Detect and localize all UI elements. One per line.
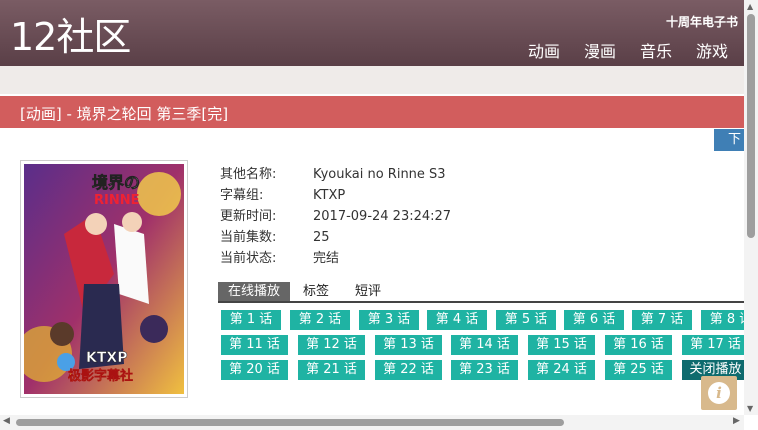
detail-label: 更新时间: <box>220 209 277 224</box>
episode-button[interactable]: 第 2 话 <box>290 310 350 330</box>
detail-value: KTXP <box>313 188 346 203</box>
detail-row-updated: 更新时间: 2017-09-24 23:24:27 <box>220 206 451 227</box>
episode-button[interactable]: 第 17 话 <box>682 335 744 355</box>
episode-list: 第 1 话 第 2 话 第 3 话 第 4 话 第 5 话 第 6 话 第 7 … <box>221 310 744 382</box>
main-nav: 动画 漫画 音乐 游戏 <box>528 38 728 62</box>
nav-manga[interactable]: 漫画 <box>584 38 616 62</box>
download-button[interactable]: 下 <box>714 129 744 151</box>
detail-value: 完结 <box>313 251 340 266</box>
scroll-right-arrow-icon[interactable]: ▶ <box>733 416 740 426</box>
group-logo-text: KTXP <box>86 350 127 366</box>
episode-button[interactable]: 第 23 话 <box>451 360 518 380</box>
info-button[interactable]: i <box>701 376 737 410</box>
group-name-text: 极影字幕社 <box>68 368 133 384</box>
poster-image: 境界の RINNE KTXP 极影字幕社 <box>24 164 184 394</box>
episode-button[interactable]: 第 22 话 <box>375 360 442 380</box>
detail-label: 其他名称: <box>220 167 277 182</box>
episode-button[interactable]: 第 14 话 <box>451 335 518 355</box>
episode-button[interactable]: 第 1 话 <box>221 310 281 330</box>
episode-button[interactable]: 第 7 话 <box>632 310 692 330</box>
nav-anime[interactable]: 动画 <box>528 38 560 62</box>
detail-row-subgroup: 字幕组: KTXP <box>220 185 451 206</box>
content-tabs: 在线播放 标签 短评 <box>218 282 744 303</box>
anime-poster: 境界の RINNE KTXP 极影字幕社 <box>20 160 188 398</box>
detail-row-status: 当前状态: 完结 <box>220 248 451 269</box>
detail-value: 2017-09-24 23:24:27 <box>313 209 452 224</box>
detail-row-alt-name: 其他名称: Kyoukai no Rinne S3 <box>220 164 451 185</box>
scroll-up-arrow-icon[interactable]: ▲ <box>747 2 753 11</box>
site-logo[interactable]: 12社区 <box>10 14 131 60</box>
page-title: [动画] - 境界之轮回 第三季[完] <box>20 105 229 123</box>
page-title-bar: [动画] - 境界之轮回 第三季[完] <box>0 96 744 128</box>
detail-label: 当前状态: <box>220 251 277 266</box>
episode-button[interactable]: 第 4 话 <box>427 310 487 330</box>
episode-button[interactable]: 第 6 话 <box>564 310 624 330</box>
nav-games[interactable]: 游戏 <box>696 38 728 62</box>
episode-button[interactable]: 第 3 话 <box>359 310 419 330</box>
episode-button[interactable]: 第 24 话 <box>528 360 595 380</box>
info-icon: i <box>708 382 730 404</box>
detail-value: 25 <box>313 230 330 245</box>
episode-button[interactable]: 第 20 话 <box>221 360 288 380</box>
episode-button[interactable]: 第 11 话 <box>221 335 288 355</box>
poster-title-text: 境界の <box>92 173 140 192</box>
episode-button[interactable]: 第 8 话 <box>701 310 744 330</box>
vertical-scroll-thumb[interactable] <box>747 14 755 238</box>
tab-online-play[interactable]: 在线播放 <box>218 282 291 301</box>
episode-button[interactable]: 第 15 话 <box>528 335 595 355</box>
episode-button[interactable]: 第 5 话 <box>496 310 556 330</box>
anniversary-ebook-link[interactable]: 十周年电子书 <box>666 13 738 30</box>
poster-subtitle-text: RINNE <box>94 193 140 208</box>
tab-short-reviews[interactable]: 短评 <box>342 282 394 301</box>
sub-header-bar <box>0 66 744 94</box>
detail-value: Kyoukai no Rinne S3 <box>313 167 446 182</box>
anime-details: 其他名称: Kyoukai no Rinne S3 字幕组: KTXP 更新时间… <box>220 164 451 269</box>
episode-button[interactable]: 第 21 话 <box>298 360 365 380</box>
tab-tags[interactable]: 标签 <box>290 282 342 301</box>
horizontal-scroll-thumb[interactable] <box>16 419 564 426</box>
episode-button[interactable]: 第 16 话 <box>605 335 672 355</box>
scroll-left-arrow-icon[interactable]: ◀ <box>3 416 10 426</box>
scroll-down-arrow-icon[interactable]: ▼ <box>747 404 753 413</box>
episode-button[interactable]: 第 25 话 <box>605 360 672 380</box>
detail-label: 字幕组: <box>220 188 264 203</box>
episode-button[interactable]: 第 13 话 <box>375 335 442 355</box>
detail-label: 当前集数: <box>220 230 277 245</box>
nav-music[interactable]: 音乐 <box>640 38 672 62</box>
site-header: 12社区 十周年电子书 动画 漫画 音乐 游戏 <box>0 0 744 66</box>
episode-button[interactable]: 第 12 话 <box>298 335 365 355</box>
detail-row-episode-count: 当前集数: 25 <box>220 227 451 248</box>
